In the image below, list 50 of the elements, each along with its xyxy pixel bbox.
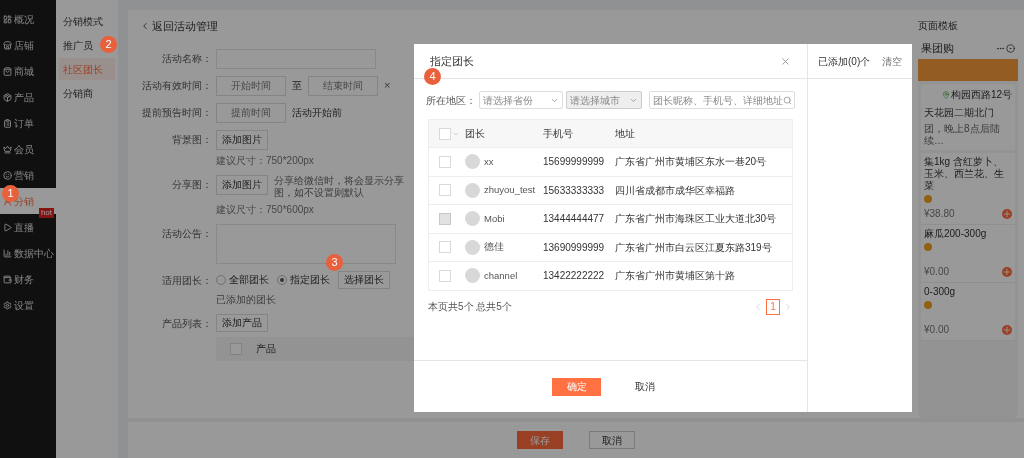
table-cell: 德佳 <box>484 240 504 255</box>
table-cell-text: 广东省广州市黄埔区东水一巷20号 <box>615 155 768 170</box>
field-label: 产品列表： <box>161 316 212 331</box>
table-cell-text: 13422222222 <box>543 269 606 284</box>
table-cell-text: 广东省广州市海珠区工业大道北30号 <box>615 212 778 227</box>
filter-label: 所在地区： <box>426 93 476 108</box>
hot-badge: hot <box>38 208 54 218</box>
table-cell: channel <box>484 268 518 283</box>
table-cell-text: 15633333333 <box>543 183 606 198</box>
selected-count: 已添加(0)个 <box>818 54 871 69</box>
column-header: 产品 <box>256 342 276 356</box>
pickup-point: 天花园二期北门 <box>924 106 995 120</box>
table-cell-text: 13444444477 <box>543 212 606 227</box>
page-summary: 本页共5个 总共5个 <box>428 300 512 314</box>
field-label: 活动名称： <box>161 51 212 66</box>
column-header: 团长 <box>465 127 486 141</box>
product-price: ¥38.80 <box>924 207 955 221</box>
table-cell-text: 15699999999 <box>543 155 606 170</box>
column-header: 手机号 <box>543 127 574 141</box>
range-separator: 至 <box>292 79 302 93</box>
table-cell-text: 广东省广州市黄埔区第十路 <box>615 269 736 284</box>
table-cell-text: 13690999999 <box>543 240 606 255</box>
product-price: ¥0.00 <box>924 265 950 279</box>
table-cell-text: 广东省广州市白云区江夏东路319号 <box>615 240 773 255</box>
size-hint: 建议尺寸：750*600px <box>216 202 315 217</box>
field-label: 提前预告时间： <box>141 105 212 120</box>
modal-title: 指定团长 <box>430 53 474 69</box>
product-name: 麻瓜200-300g <box>924 228 988 240</box>
size-hint: 建议尺寸：750*200px <box>216 153 314 168</box>
table-cell-text: 四川省成都市成华区幸福路 <box>615 183 736 198</box>
table-cell: zhuyou_test <box>484 183 536 198</box>
field-note: 活动开始前 <box>292 106 342 120</box>
radio-label: 全部团长 <box>229 273 269 287</box>
field-label: 活动公告： <box>161 226 212 241</box>
product-price: ¥0.00 <box>924 323 950 337</box>
product-name: 集1kg 含红萝卜、玉米、西兰花、生菜 <box>924 156 1005 192</box>
product-name: 0-300g <box>924 286 957 298</box>
field-label: 适用团长： <box>161 273 212 288</box>
radio-label: 指定团长 <box>290 273 330 287</box>
field-label: 活动有效时间： <box>141 78 212 93</box>
store-address: 构园西路12号 <box>950 88 1012 102</box>
table-cell: Mobi <box>484 211 505 226</box>
table-cell: xx <box>484 154 494 169</box>
column-header: 地址 <box>615 127 636 141</box>
field-description: 分享给微信时，将会显示分享图，如不设置则默认 <box>274 174 404 199</box>
notice-text: 团，晚上8点后陆续… <box>924 123 1001 147</box>
app-title: 果团购 <box>921 40 954 56</box>
field-note: 已添加的团长 <box>216 292 276 307</box>
field-label: 分享图： <box>171 177 212 192</box>
field-label: 背景图： <box>171 132 212 147</box>
